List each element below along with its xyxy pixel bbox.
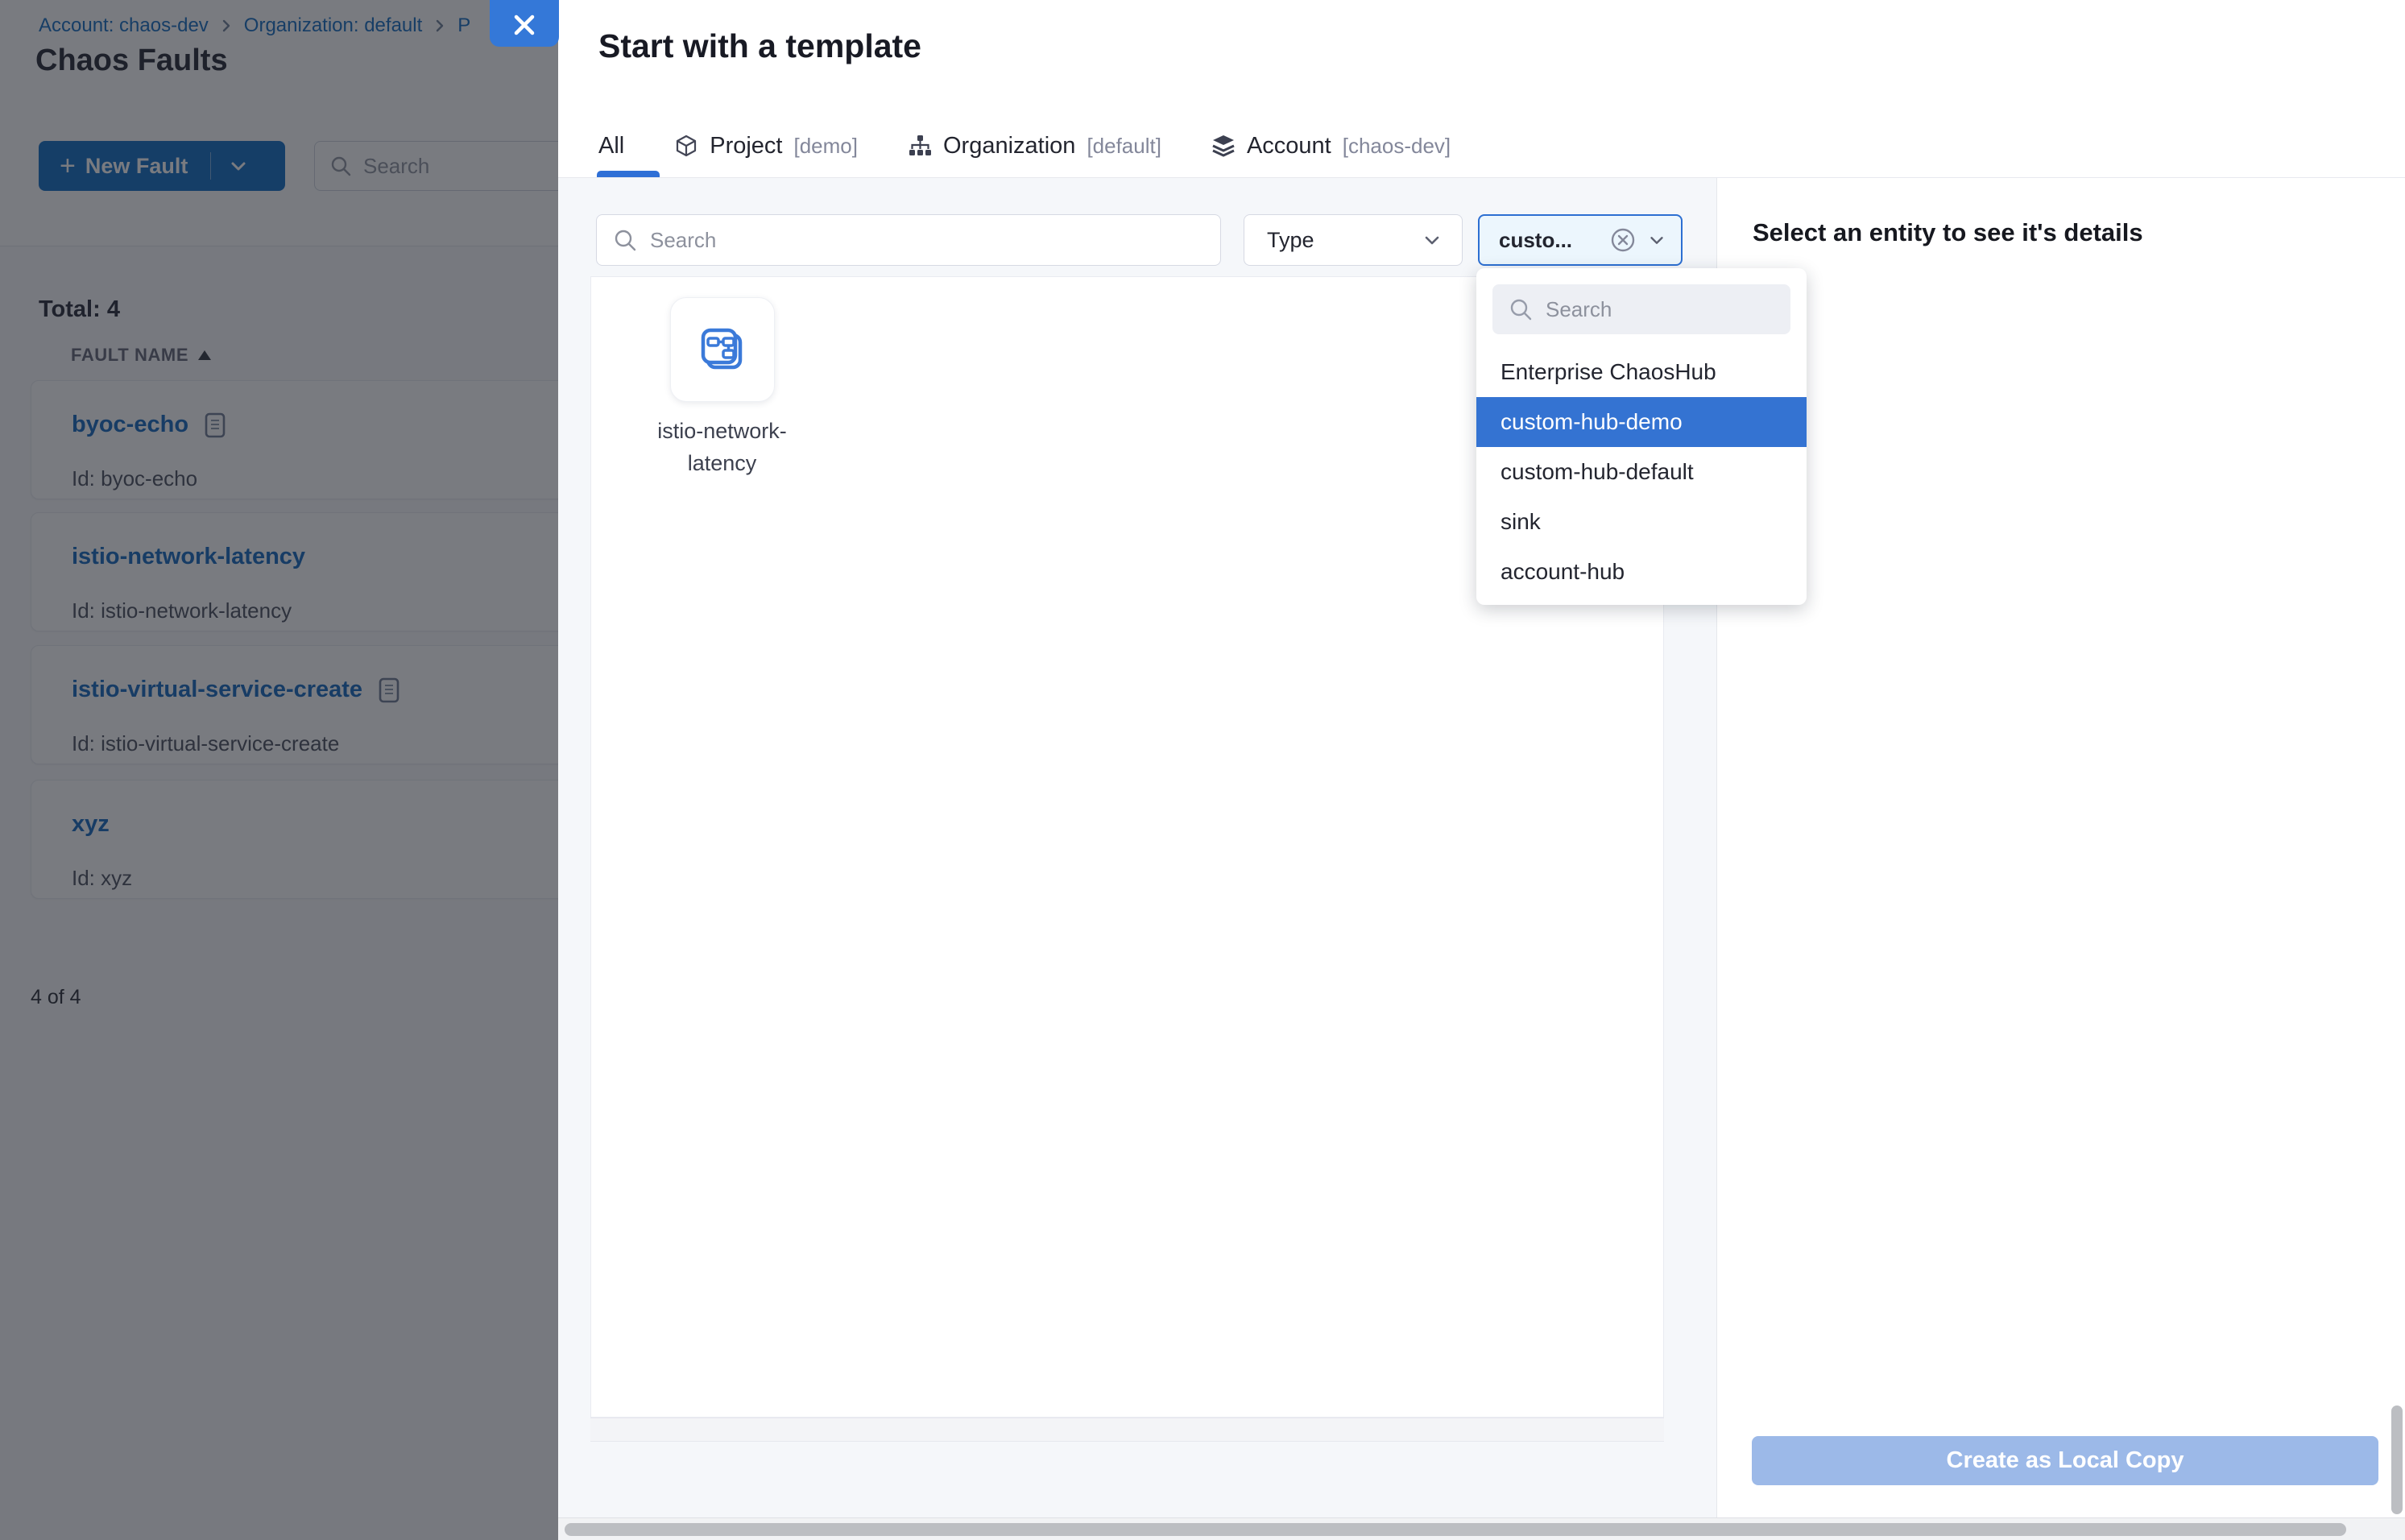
type-filter-select[interactable]: Type (1244, 214, 1463, 266)
template-search-field[interactable] (596, 214, 1221, 266)
search-icon (613, 228, 637, 252)
template-search-input[interactable] (650, 228, 1204, 253)
chaos-template-icon (697, 324, 748, 375)
tab-scope-badge: [default] (1087, 134, 1161, 159)
vertical-scrollbar-thumb[interactable] (2391, 1405, 2403, 1514)
tab-all[interactable]: All (598, 133, 624, 159)
template-tile (670, 297, 775, 402)
template-name: istio-network-latency (635, 415, 809, 479)
chevron-down-icon (1422, 230, 1443, 250)
hub-dropdown-search-field[interactable] (1492, 284, 1790, 334)
horizontal-scrollbar-track (558, 1517, 2405, 1540)
search-icon (1509, 297, 1533, 321)
hub-dropdown-menu: Enterprise ChaosHub custom-hub-demo cust… (1476, 268, 1807, 605)
details-empty-message: Select an entity to see it's details (1753, 218, 2143, 247)
scope-tabs: All Project [demo] Organization [default… (598, 121, 1451, 171)
horizontal-scrollbar-thumb[interactable] (565, 1523, 2346, 1536)
modal-title: Start with a template (598, 27, 921, 65)
template-grid-footer (590, 1418, 1664, 1442)
tab-scope-badge: [chaos-dev] (1343, 134, 1451, 159)
cube-icon (674, 134, 698, 158)
tab-account[interactable]: Account [chaos-dev] (1211, 133, 1451, 159)
chevron-down-icon (1647, 230, 1666, 250)
hub-filter-value: custo... (1499, 228, 1599, 253)
hub-filter-select[interactable]: custo... (1478, 214, 1683, 266)
close-button[interactable] (490, 0, 559, 47)
create-as-local-copy-button[interactable]: Create as Local Copy (1752, 1436, 2378, 1485)
hub-option-account-hub[interactable]: account-hub (1476, 547, 1807, 597)
start-with-template-drawer: Start with a template All Project [demo]… (558, 0, 2405, 1540)
details-panel: Select an entity to see it's details Cre… (1716, 178, 2405, 1517)
tab-scope-badge: [demo] (794, 134, 859, 159)
tab-project[interactable]: Project [demo] (674, 133, 858, 159)
close-icon (511, 11, 538, 39)
hub-option-custom-hub-demo[interactable]: custom-hub-demo (1476, 397, 1807, 447)
hub-option-sink[interactable]: sink (1476, 497, 1807, 547)
hub-dropdown-search-input[interactable] (1546, 297, 1774, 322)
clear-filter-icon[interactable] (1610, 227, 1636, 253)
template-card-istio-network-latency[interactable]: istio-network-latency (635, 297, 809, 479)
hierarchy-icon (908, 134, 932, 158)
layers-icon (1211, 134, 1236, 158)
hub-option-enterprise-chaoshub[interactable]: Enterprise ChaosHub (1476, 347, 1807, 397)
hub-option-custom-hub-default[interactable]: custom-hub-default (1476, 447, 1807, 497)
tab-organization[interactable]: Organization [default] (908, 133, 1161, 159)
